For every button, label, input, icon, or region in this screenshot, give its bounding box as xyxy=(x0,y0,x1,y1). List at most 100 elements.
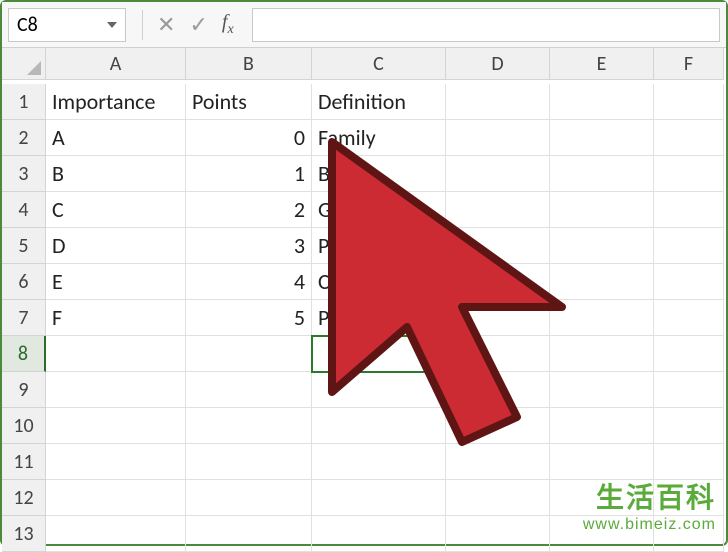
cell-B6[interactable]: 4 xyxy=(186,264,312,300)
cell-A2[interactable]: A xyxy=(46,120,186,156)
cell-B4[interactable]: 2 xyxy=(186,192,312,228)
cell-E3[interactable] xyxy=(550,156,654,192)
cell-A1[interactable]: Importance xyxy=(46,84,186,120)
cell-F3[interactable] xyxy=(654,156,724,192)
col-head-B[interactable]: B xyxy=(186,48,312,80)
cell-F8[interactable] xyxy=(654,336,724,372)
select-all-corner[interactable] xyxy=(2,48,46,80)
cell-B12[interactable] xyxy=(186,480,312,516)
cell-C13[interactable] xyxy=(312,516,446,552)
fx-icon[interactable]: fx xyxy=(222,11,234,38)
col-head-D[interactable]: D xyxy=(446,48,550,80)
row-head-3[interactable]: 3 xyxy=(2,156,46,192)
cell-C5[interactable]: PC xyxy=(312,228,446,264)
cell-B13[interactable] xyxy=(186,516,312,552)
cell-F11[interactable] xyxy=(654,444,724,480)
cell-A7[interactable]: F xyxy=(46,300,186,336)
row-head-6[interactable]: 6 xyxy=(2,264,46,300)
cell-D8[interactable] xyxy=(446,336,550,372)
cell-B8[interactable] xyxy=(186,336,312,372)
row-head-9[interactable]: 9 xyxy=(2,372,46,408)
cell-C8[interactable] xyxy=(312,336,446,372)
cell-E6[interactable] xyxy=(550,264,654,300)
cell-B5[interactable]: 3 xyxy=(186,228,312,264)
cell-B10[interactable] xyxy=(186,408,312,444)
cell-C3[interactable]: Bills xyxy=(312,156,446,192)
cell-F2[interactable] xyxy=(654,120,724,156)
cell-D5[interactable] xyxy=(446,228,550,264)
cell-D13[interactable] xyxy=(446,516,550,552)
cell-C11[interactable] xyxy=(312,444,446,480)
cell-F7[interactable] xyxy=(654,300,724,336)
cell-D3[interactable] xyxy=(446,156,550,192)
cell-A8[interactable] xyxy=(46,336,186,372)
cell-C4[interactable]: Girlfriend xyxy=(312,192,446,228)
cell-D2[interactable] xyxy=(446,120,550,156)
cell-F1[interactable] xyxy=(654,84,724,120)
cell-D10[interactable] xyxy=(446,408,550,444)
row-head-2[interactable]: 2 xyxy=(2,120,46,156)
cell-A13[interactable] xyxy=(46,516,186,552)
cell-D11[interactable] xyxy=(446,444,550,480)
cell-B3[interactable]: 1 xyxy=(186,156,312,192)
chevron-down-icon[interactable] xyxy=(107,22,117,28)
col-head-F[interactable]: F xyxy=(654,48,724,80)
cell-F6[interactable] xyxy=(654,264,724,300)
cell-D4[interactable] xyxy=(446,192,550,228)
cell-E8[interactable] xyxy=(550,336,654,372)
cell-A3[interactable]: B xyxy=(46,156,186,192)
row-head-13[interactable]: 13 xyxy=(2,516,46,552)
cell-E2[interactable] xyxy=(550,120,654,156)
formula-input[interactable] xyxy=(252,8,720,42)
cell-C6[interactable]: Car xyxy=(312,264,446,300)
cell-C9[interactable] xyxy=(312,372,446,408)
cell-E5[interactable] xyxy=(550,228,654,264)
cell-C7[interactable]: Pets xyxy=(312,300,446,336)
col-head-A[interactable]: A xyxy=(46,48,186,80)
cell-B7[interactable]: 5 xyxy=(186,300,312,336)
cell-A12[interactable] xyxy=(46,480,186,516)
cell-A5[interactable]: D xyxy=(46,228,186,264)
row-head-12[interactable]: 12 xyxy=(2,480,46,516)
row-head-4[interactable]: 4 xyxy=(2,192,46,228)
cell-D7[interactable] xyxy=(446,300,550,336)
cell-F4[interactable] xyxy=(654,192,724,228)
row-head-5[interactable]: 5 xyxy=(2,228,46,264)
cell-B11[interactable] xyxy=(186,444,312,480)
cell-C1[interactable]: Definition xyxy=(312,84,446,120)
cell-D9[interactable] xyxy=(446,372,550,408)
row-head-1[interactable]: 1 xyxy=(2,84,46,120)
cell-E9[interactable] xyxy=(550,372,654,408)
cell-A4[interactable]: C xyxy=(46,192,186,228)
row-head-7[interactable]: 7 xyxy=(2,300,46,336)
cell-E4[interactable] xyxy=(550,192,654,228)
col-head-C[interactable]: C xyxy=(312,48,446,80)
row-head-11[interactable]: 11 xyxy=(2,444,46,480)
cell-B2[interactable]: 0 xyxy=(186,120,312,156)
col-head-E[interactable]: E xyxy=(550,48,654,80)
cell-E11[interactable] xyxy=(550,444,654,480)
cell-A6[interactable]: E xyxy=(46,264,186,300)
name-box[interactable]: C8 xyxy=(8,8,126,42)
cell-B1[interactable]: Points xyxy=(186,84,312,120)
cell-D12[interactable] xyxy=(446,480,550,516)
cell-D1[interactable] xyxy=(446,84,550,120)
cell-A11[interactable] xyxy=(46,444,186,480)
cell-F9[interactable] xyxy=(654,372,724,408)
confirm-icon[interactable]: ✓ xyxy=(189,11,207,38)
cell-F5[interactable] xyxy=(654,228,724,264)
cell-F10[interactable] xyxy=(654,408,724,444)
cell-E10[interactable] xyxy=(550,408,654,444)
cell-B9[interactable] xyxy=(186,372,312,408)
row-head-8[interactable]: 8 xyxy=(2,336,46,372)
cell-D6[interactable] xyxy=(446,264,550,300)
cell-C10[interactable] xyxy=(312,408,446,444)
row-head-10[interactable]: 10 xyxy=(2,408,46,444)
cell-C12[interactable] xyxy=(312,480,446,516)
cell-A10[interactable] xyxy=(46,408,186,444)
cell-A9[interactable] xyxy=(46,372,186,408)
cancel-icon[interactable]: ✕ xyxy=(157,11,175,38)
cell-E1[interactable] xyxy=(550,84,654,120)
cell-C2[interactable]: Family xyxy=(312,120,446,156)
cell-E7[interactable] xyxy=(550,300,654,336)
